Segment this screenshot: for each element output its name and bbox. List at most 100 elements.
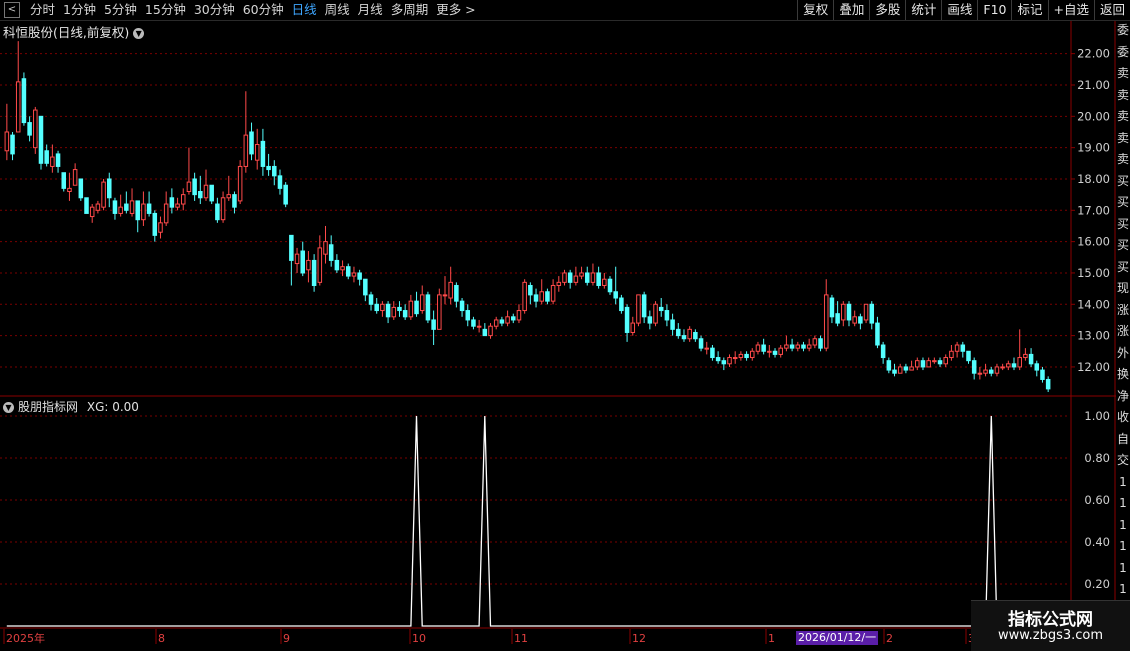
period-tab-0[interactable]: 分时: [26, 0, 59, 20]
price-tick-label: 18.00: [1077, 172, 1110, 186]
quote-label-4: 卖: [1116, 109, 1129, 123]
candle-body: [892, 369, 897, 374]
period-tab-3[interactable]: 15分钟: [141, 0, 190, 20]
candle-body: [761, 344, 766, 352]
candle-body: [192, 178, 197, 196]
tool-button-5[interactable]: F10: [977, 0, 1011, 20]
candle-body: [334, 259, 340, 271]
candle-body: [710, 347, 715, 359]
candle-body: [180, 194, 186, 205]
candle-body: [772, 350, 778, 355]
candle-body: [175, 203, 180, 208]
candle-body: [1023, 353, 1028, 359]
candle-body: [596, 272, 601, 286]
candle-body: [277, 175, 283, 189]
candle-body: [943, 357, 948, 365]
period-tab-1[interactable]: 1分钟: [59, 0, 100, 20]
candle-body: [391, 306, 397, 318]
candle-body: [363, 278, 368, 296]
candle-body: [687, 328, 692, 340]
period-tab-10[interactable]: 更多 >: [432, 0, 479, 20]
candle-body: [437, 294, 442, 330]
time-axis-label: 10: [412, 632, 426, 645]
candle-body: [823, 294, 829, 349]
period-tab-6[interactable]: 日线: [288, 0, 321, 20]
tool-button-0[interactable]: 复权: [797, 0, 833, 20]
quote-label-6: 卖: [1116, 152, 1129, 166]
candle-body: [454, 284, 459, 302]
candle-body: [1028, 353, 1034, 365]
quote-label-19: 自: [1116, 431, 1129, 446]
tool-button-8[interactable]: 返回: [1093, 0, 1130, 20]
tool-button-4[interactable]: 画线: [941, 0, 977, 20]
tool-button-3[interactable]: 统计: [905, 0, 941, 20]
candle-body: [260, 140, 266, 167]
candle-body: [511, 316, 516, 321]
period-tab-2[interactable]: 5分钟: [100, 0, 141, 20]
candle-body: [368, 294, 374, 305]
quote-label-21: 1: [1119, 474, 1127, 489]
candle-body: [254, 144, 260, 161]
period-tab-9[interactable]: 多周期: [387, 0, 433, 20]
candle-body: [226, 194, 232, 199]
quote-label-17: 净: [1116, 388, 1129, 403]
indicator-tick-label: 0.60: [1084, 493, 1110, 507]
crosshair-date-badge: 2026/01/12/一: [796, 631, 879, 645]
candle-body: [425, 294, 431, 321]
candle-body: [812, 338, 818, 346]
candle-body: [84, 197, 89, 214]
price-tick-label: 19.00: [1077, 141, 1110, 155]
quote-label-1: 委: [1116, 44, 1129, 59]
candle-body: [4, 131, 10, 152]
candle-body: [476, 325, 482, 328]
candle-body: [266, 165, 271, 171]
candle-body: [567, 272, 573, 283]
candle-body: [863, 303, 869, 321]
candle-body: [988, 369, 994, 374]
candle-body: [539, 291, 544, 302]
candle-body: [289, 234, 294, 261]
candle-body: [215, 203, 220, 221]
candle-body: [852, 316, 857, 324]
candle-body: [801, 344, 806, 349]
candle-body: [727, 357, 732, 365]
candle-body: [482, 328, 488, 337]
candle-body: [920, 360, 926, 368]
quote-label-5: 卖: [1116, 130, 1129, 145]
candle-body: [533, 294, 539, 302]
candle-body: [374, 303, 379, 312]
period-tab-4[interactable]: 30分钟: [190, 0, 239, 20]
tool-button-7[interactable]: +自选: [1047, 0, 1094, 20]
candle-body: [584, 272, 590, 283]
candle-body: [1000, 366, 1005, 369]
candle-body: [129, 200, 135, 214]
quote-panel-strip: 委委卖卖卖卖卖买买买买买现涨涨外换净收自交11111111: [1116, 21, 1130, 650]
quote-label-24: 1: [1119, 539, 1127, 553]
candle-body: [112, 200, 118, 214]
candle-body: [186, 181, 192, 193]
candle-body: [698, 338, 704, 349]
candle-body: [89, 206, 95, 218]
candle-body: [818, 338, 823, 349]
candle-body: [915, 360, 920, 368]
back-arrow-icon[interactable]: <: [4, 2, 20, 18]
indicator-dropdown-icon[interactable]: ▼: [3, 402, 14, 413]
candle-body: [841, 303, 846, 321]
dropdown-chevron-icon[interactable]: ▼: [133, 28, 145, 39]
xg-indicator-line: [6, 415, 1049, 627]
tool-button-6[interactable]: 标记: [1011, 0, 1047, 20]
quote-label-8: 买: [1116, 195, 1129, 209]
indicator-title: ▼ 股朋指标网 XG: 0.00: [3, 398, 139, 415]
period-tab-8[interactable]: 月线: [354, 0, 387, 20]
tool-button-2[interactable]: 多股: [869, 0, 905, 20]
period-tab-7[interactable]: 周线: [321, 0, 354, 20]
candle-body: [101, 181, 106, 208]
candle-body: [806, 344, 812, 349]
candle-body: [414, 300, 419, 315]
tool-button-1[interactable]: 叠加: [833, 0, 869, 20]
kline-chart[interactable]: 22.0021.0020.0019.0018.0017.0016.0015.00…: [0, 21, 1130, 650]
quote-label-12: 现: [1116, 281, 1129, 295]
candle-body: [141, 203, 146, 221]
candle-body: [846, 303, 852, 321]
period-tab-5[interactable]: 60分钟: [239, 0, 288, 20]
